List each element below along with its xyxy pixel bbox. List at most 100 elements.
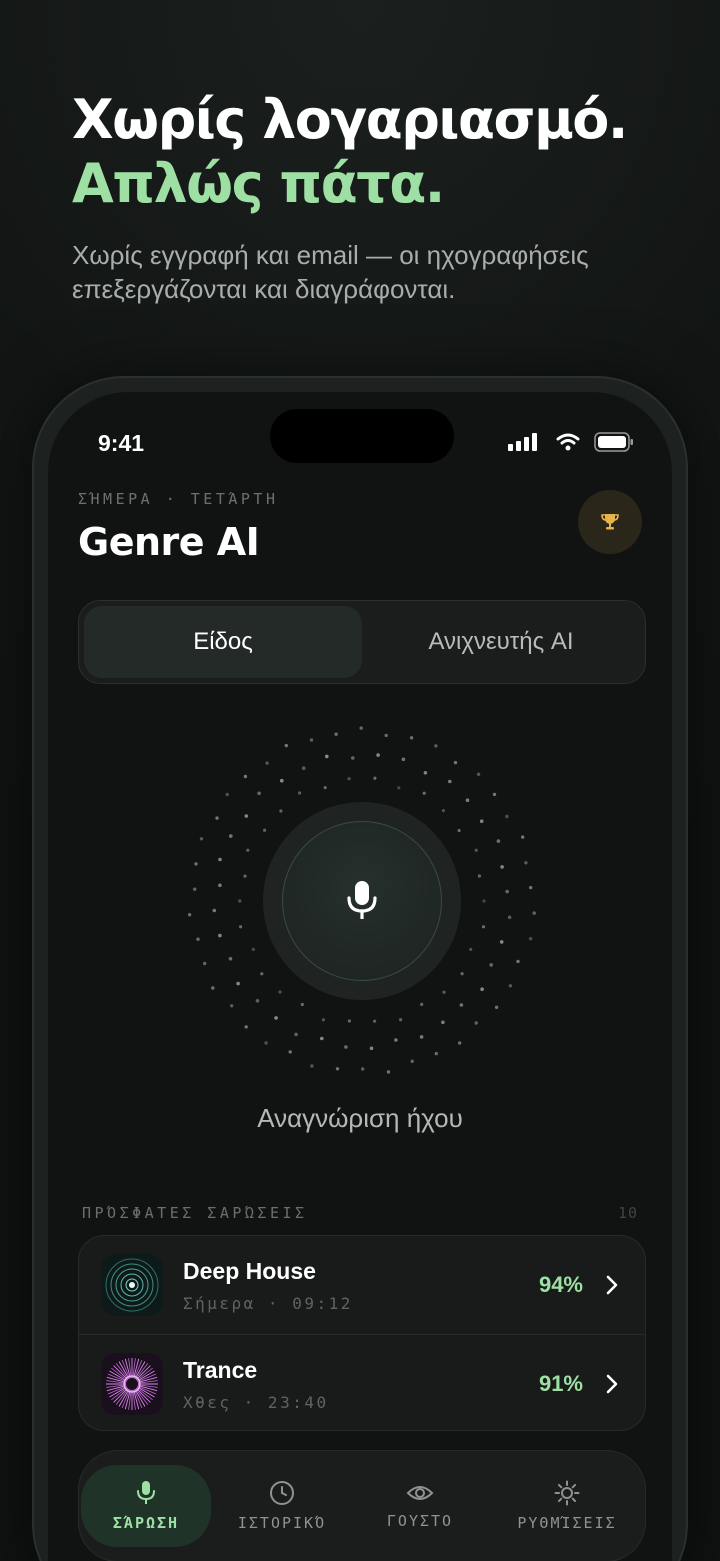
ring-dot: [386, 1070, 391, 1074]
ring-dot: [263, 828, 267, 832]
scan-row-trance[interactable]: Trance Χθες · 23:40 91%: [79, 1334, 645, 1430]
ring-dot: [335, 1067, 340, 1071]
ring-dot: [397, 786, 401, 790]
ring-dot: [298, 791, 302, 795]
ring-dot: [508, 984, 513, 988]
ring-dot: [199, 837, 204, 841]
tab-settings[interactable]: ΡΥΘΜΊΣΕΙΣ: [497, 1465, 637, 1547]
ring-dot: [474, 1021, 478, 1025]
ring-dot: [193, 887, 197, 891]
ring-dot: [284, 743, 288, 748]
ring-dot: [500, 865, 504, 869]
chevron-right-icon: [606, 1275, 618, 1295]
recent-scans-list: Deep House Σήμερα · 09:12 94% Trance Χθε…: [78, 1235, 646, 1431]
ring-dot: [294, 1032, 298, 1037]
tab-label: ΣΆΡΩΣΗ: [112, 1514, 180, 1532]
ring-dot: [441, 1020, 445, 1025]
ring-dot: [423, 771, 428, 775]
ring-dot: [460, 972, 464, 976]
ring-dot: [279, 809, 283, 813]
tab-taste[interactable]: ΓΟΥΣΤΟ: [355, 1465, 485, 1547]
ring-dot: [246, 848, 250, 852]
ring-dot: [369, 1046, 374, 1051]
record-button[interactable]: [282, 821, 442, 981]
ring-dot: [361, 1067, 365, 1071]
ring-dot: [215, 816, 219, 820]
clock-icon: [270, 1481, 294, 1505]
microphone-icon: [137, 1481, 155, 1504]
ring-dot: [265, 761, 269, 765]
ring-dot: [479, 819, 484, 823]
ring-dot: [194, 862, 198, 866]
ring-dot: [278, 990, 282, 994]
ring-dot: [529, 885, 533, 890]
ring-dot: [394, 1038, 398, 1042]
ring-dot: [238, 899, 242, 903]
ring-dot: [482, 899, 486, 903]
bottom-tab-bar: ΣΆΡΩΣΗ ΙΣΤΟΡΙΚΌ ΓΟΥΣΤΟ ΡΥΘΜΊΣΕΙΣ: [78, 1450, 646, 1561]
ring-dot: [505, 814, 509, 819]
ring-dot: [499, 940, 504, 944]
ring-dot: [288, 1050, 292, 1054]
ring-dot: [264, 1041, 268, 1045]
ring-dot: [203, 961, 207, 966]
hero-title-line1: Χωρίς λογαριασμό.: [72, 88, 628, 151]
scan-row-deep-house[interactable]: Deep House Σήμερα · 09:12 94%: [79, 1236, 645, 1334]
recent-scans-count: 10: [617, 1204, 638, 1222]
ring-dot: [347, 1019, 351, 1023]
ring-dot: [524, 861, 528, 865]
tab-label: ΡΥΘΜΊΣΕΙΣ: [517, 1514, 617, 1532]
ring-dot: [309, 738, 314, 742]
ring-dot: [257, 791, 261, 796]
ring-dot: [373, 776, 377, 780]
ring-dot: [211, 986, 215, 990]
hero-title-line2: Απλώς πάτα.: [72, 152, 445, 215]
ring-dot: [459, 1003, 464, 1007]
tab-history[interactable]: ΙΣΤΟΡΙΚΌ: [217, 1465, 347, 1547]
ring-dot: [477, 874, 481, 878]
ring-dot: [274, 1016, 278, 1020]
ring-dot: [229, 834, 233, 838]
ring-dot: [457, 828, 461, 833]
ring-dot: [434, 1051, 438, 1056]
ring-dot: [474, 848, 478, 852]
recent-scans-heading: ΠΡΌΣΦΑΤΕΣ ΣΑΡΏΣΕΙΣ: [82, 1204, 308, 1222]
ring-dot: [401, 757, 406, 762]
ring-dot: [494, 1005, 499, 1009]
ring-dot: [410, 1059, 414, 1063]
genre-thumbnail: [101, 1352, 163, 1415]
ring-dot: [255, 999, 260, 1003]
ring-dot: [244, 814, 249, 818]
ring-dot: [465, 798, 470, 802]
ring-dot: [480, 987, 484, 991]
ring-dot: [320, 1036, 324, 1041]
ring-dot: [373, 1019, 377, 1023]
ring-dot: [507, 915, 512, 920]
ring-dot: [434, 744, 438, 748]
ring-dot: [280, 778, 284, 783]
ring-dot: [476, 772, 481, 776]
scan-time: Σήμερα · 09:12: [183, 1294, 353, 1313]
ring-dot: [453, 760, 458, 765]
microphone-icon: [347, 881, 377, 919]
ring-dot: [489, 963, 494, 967]
ring-dot: [448, 779, 452, 784]
ring-dot: [344, 1045, 348, 1049]
ring-dot: [496, 839, 501, 843]
tab-scan[interactable]: ΣΆΡΩΣΗ: [81, 1465, 211, 1547]
scan-title: Trance: [183, 1357, 258, 1383]
ring-dot: [469, 947, 473, 952]
scan-time: Χθες · 23:40: [183, 1393, 329, 1412]
ring-dot: [243, 774, 248, 779]
ring-dot: [244, 1025, 248, 1029]
ring-dot: [399, 1018, 403, 1022]
recent-scans-header: ΠΡΌΣΦΑΤΕΣ ΣΑΡΏΣΕΙΣ 10: [82, 1204, 638, 1222]
ring-dot: [321, 1018, 325, 1022]
ring-dot: [351, 756, 355, 760]
ring-dot: [228, 956, 233, 961]
ring-dot: [218, 933, 222, 938]
ring-dot: [300, 1002, 304, 1007]
ring-dot: [409, 736, 414, 740]
phone-screen: 9:41 ΣΉΜΕΡΑ · ΤΕΤΆΡΤΗ Genre AI Είδος Ανι…: [48, 392, 672, 1561]
ring-dot: [251, 947, 255, 952]
